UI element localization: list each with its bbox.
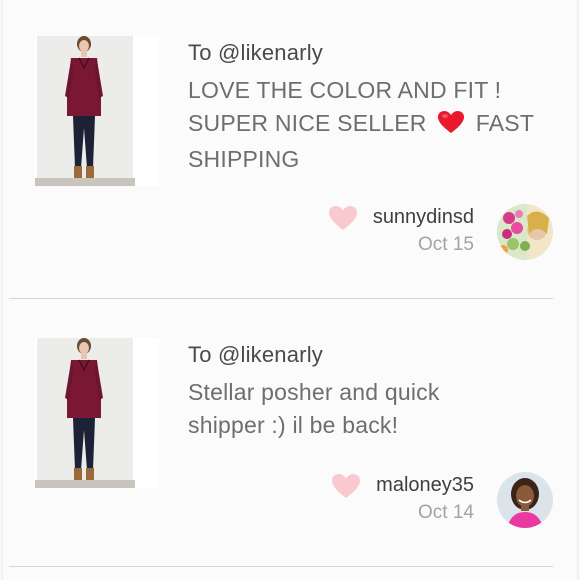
like-heart-icon[interactable]: [331, 473, 361, 504]
username-link[interactable]: maloney35: [376, 471, 474, 499]
review-comment: Stellar posher and quick shipper :) il b…: [188, 376, 558, 442]
comment-line: SUPER NICE SELLER FAST: [188, 107, 558, 143]
review-date: Oct 14: [418, 502, 474, 523]
recipient-label[interactable]: To @likenarly: [188, 342, 323, 368]
review-date: Oct 15: [418, 234, 474, 255]
comment-text: SUPER NICE SELLER: [188, 110, 427, 136]
review-card: To @likenarly LOVE THE COLOR AND FIT ! S…: [3, 0, 579, 300]
flower-bouquet-avatar-icon[interactable]: [497, 204, 553, 260]
review-meta: maloney35 Oct 14: [376, 471, 474, 527]
comment-line: Stellar posher and quick: [188, 379, 440, 405]
comment-line: SHIPPING: [188, 146, 300, 172]
woman-portrait-avatar-icon[interactable]: [497, 472, 553, 528]
review-comment: LOVE THE COLOR AND FIT ! SUPER NICE SELL…: [188, 74, 558, 176]
divider: [9, 298, 553, 299]
comment-line: shipper :) il be back!: [188, 412, 399, 438]
review-meta: sunnydinsd Oct 15: [373, 203, 474, 259]
red-heart-emoji-icon: [437, 110, 465, 143]
listing-thumbnail[interactable]: [35, 36, 159, 186]
comment-text: FAST: [475, 110, 535, 136]
review-card: To @likenarly Stellar posher and quick s…: [3, 300, 579, 570]
feedback-panel: To @likenarly LOVE THE COLOR AND FIT ! S…: [2, 0, 578, 580]
username-link[interactable]: sunnydinsd: [373, 203, 474, 231]
comment-line: LOVE THE COLOR AND FIT !: [188, 77, 502, 103]
listing-thumbnail[interactable]: [35, 338, 159, 488]
recipient-label[interactable]: To @likenarly: [188, 40, 323, 66]
divider: [9, 566, 553, 567]
like-heart-icon[interactable]: [328, 205, 358, 236]
